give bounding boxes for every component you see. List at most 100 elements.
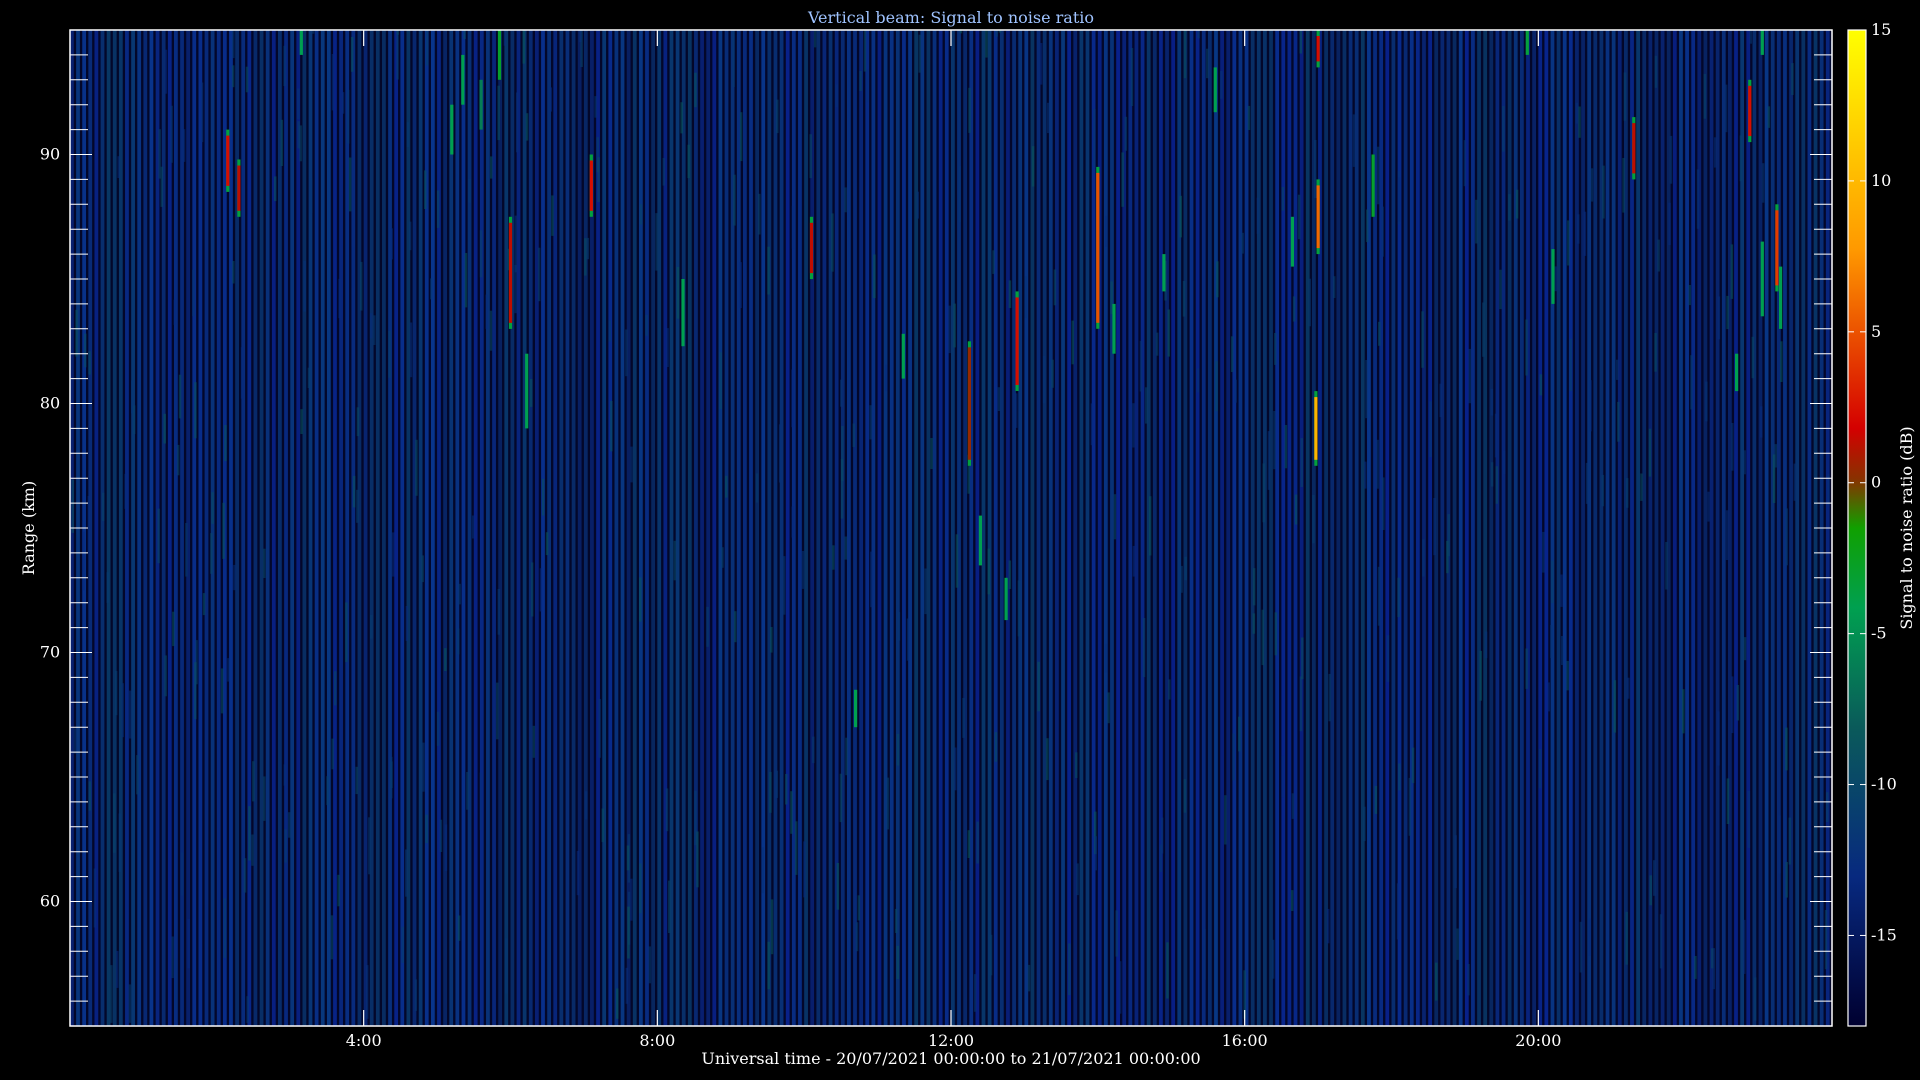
noise-stripe: [755, 30, 760, 1026]
noise-speckle: [725, 475, 728, 498]
noise-speckle: [396, 30, 399, 80]
noise-speckle: [1551, 560, 1554, 604]
noise-speckle: [283, 45, 286, 87]
noise-speckle: [1625, 478, 1629, 508]
noise-speckle: [627, 906, 630, 959]
noise-stripe: [1581, 30, 1585, 1026]
noise-speckle: [525, 113, 529, 141]
noise-speckle: [1703, 73, 1707, 119]
noise-speckle: [124, 473, 127, 509]
noise-speckle: [955, 534, 959, 588]
noise-stripe: [1006, 30, 1010, 1026]
noise-speckle: [906, 618, 910, 661]
noise-speckle: [1333, 276, 1336, 298]
noise-stripe: [840, 30, 845, 1026]
noise-speckle: [1132, 545, 1136, 577]
noise-stripe: [1342, 30, 1347, 1026]
noise-stripe: [1428, 30, 1432, 1026]
noise-speckle: [706, 606, 709, 647]
noise-speckle: [73, 728, 77, 754]
noise-stripe: [1103, 30, 1108, 1026]
snr-heatmap-chart: Vertical beam: Signal to noise ratio 4:0…: [19, 8, 1916, 1068]
noise-speckle: [370, 615, 373, 639]
noise-speckle: [1363, 806, 1366, 842]
colorbar-tick-label: 0: [1871, 473, 1881, 492]
noise-stripe: [1195, 30, 1200, 1026]
noise-speckle: [608, 320, 611, 342]
noise-stripe: [602, 30, 607, 1026]
noise-speckle: [601, 808, 605, 843]
noise-speckle: [1726, 295, 1729, 330]
noise-speckle: [177, 444, 180, 476]
noise-speckle: [1778, 815, 1781, 874]
noise-speckle: [1467, 964, 1470, 996]
noise-stripe: [375, 30, 380, 1026]
noise-stripe: [1422, 30, 1426, 1026]
noise-speckle: [767, 246, 770, 295]
noise-stripe: [846, 30, 851, 1026]
echo-core: [1760, 241, 1764, 317]
noise-speckle: [1053, 269, 1057, 306]
noise-speckle: [1042, 356, 1046, 404]
noise-speckle: [346, 89, 350, 144]
noise-stripe: [382, 30, 386, 1026]
noise-speckle: [1037, 661, 1040, 712]
noise-speckle: [288, 812, 291, 838]
colorbar-tick-label: -5: [1871, 624, 1887, 643]
noise-speckle: [1622, 158, 1625, 213]
noise-stripe: [1764, 30, 1769, 1026]
echo-core: [1632, 123, 1636, 174]
noise-speckle: [299, 125, 302, 162]
noise-speckle: [392, 532, 395, 577]
noise-speckle: [1046, 738, 1049, 781]
noise-speckle: [1145, 387, 1148, 424]
noise-speckle: [1374, 785, 1378, 814]
echo-mark: [1371, 154, 1375, 217]
noise-stripe: [1532, 30, 1537, 1026]
noise-stripe: [987, 30, 992, 1026]
noise-speckle: [989, 934, 993, 976]
noise-speckle: [1262, 463, 1265, 523]
echo-core: [1371, 154, 1375, 217]
noise-speckle: [645, 314, 648, 336]
echo-mark: [1760, 241, 1764, 317]
noise-speckle: [1725, 510, 1729, 560]
noise-speckle: [222, 502, 225, 559]
noise-speckle: [352, 475, 356, 508]
echo-mark: [479, 79, 483, 130]
noise-stripe: [1660, 30, 1665, 1026]
noise-speckle: [1365, 360, 1368, 419]
noise-speckle: [164, 49, 168, 94]
noise-speckle: [1585, 462, 1589, 504]
noise-speckle: [916, 191, 919, 219]
noise-speckle: [1017, 580, 1021, 637]
noise-stripe: [553, 30, 558, 1026]
noise-stripe: [1036, 30, 1041, 1026]
noise-stripe: [1507, 30, 1512, 1026]
echo-mark: [1779, 266, 1783, 329]
noise-speckle: [962, 697, 965, 738]
noise-stripe: [687, 30, 692, 1026]
noise-speckle: [1613, 680, 1617, 733]
noise-speckle: [248, 806, 251, 861]
noise-stripe: [1483, 30, 1488, 1026]
noise-stripe: [498, 30, 503, 1026]
noise-speckle: [1051, 359, 1054, 388]
noise-speckle: [1300, 438, 1303, 487]
noise-speckle: [1539, 374, 1543, 396]
noise-stripe: [1489, 30, 1494, 1026]
echo-core: [901, 333, 905, 379]
noise-stripe: [1256, 30, 1261, 1026]
y-tick-label: 70: [40, 643, 60, 662]
noise-stripe: [418, 30, 423, 1026]
noise-speckle: [300, 409, 303, 434]
noise-speckle: [1113, 494, 1117, 540]
noise-speckle: [210, 533, 213, 574]
noise-speckle: [1577, 214, 1580, 244]
noise-speckle: [1261, 609, 1264, 666]
noise-speckle: [1717, 711, 1720, 766]
echo-mark: [1760, 30, 1764, 55]
echo-core: [1316, 36, 1320, 62]
noise-speckle: [309, 178, 313, 214]
noise-stripe: [1189, 30, 1194, 1026]
